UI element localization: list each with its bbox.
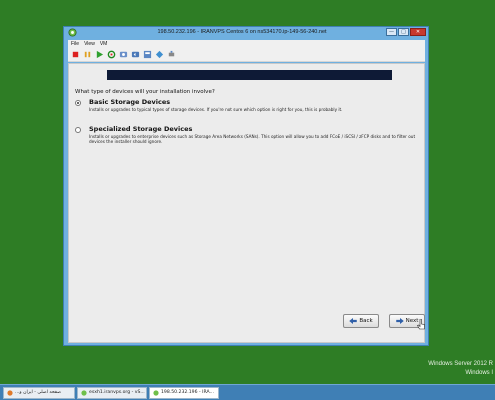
- taskbar-item-vm-console[interactable]: 198.50.232.196 - IRA...: [149, 386, 219, 399]
- back-button[interactable]: Back: [343, 314, 379, 328]
- taskbar-item-label: 198.50.232.196 - IRA...: [161, 390, 214, 395]
- watermark-line1: Windows Server 2012 R: [428, 361, 493, 367]
- taskbar-item-browser-fa[interactable]: ...صفحه اصلی - ایران و: [3, 386, 75, 399]
- basic-storage-radio[interactable]: [75, 100, 81, 106]
- minimize-button[interactable]: —: [386, 28, 397, 36]
- revert-snapshot-icon[interactable]: [131, 50, 140, 59]
- network-icon[interactable]: [155, 50, 164, 59]
- specialized-storage-radio[interactable]: [75, 127, 81, 133]
- devices-icon[interactable]: [167, 50, 176, 59]
- reset-icon[interactable]: [107, 50, 116, 59]
- vm-console-icon: [153, 389, 159, 396]
- window-controls: — □ ✕: [386, 28, 426, 36]
- vm-console-window: 198.50.232.196 - IRANVPS Centos 6 on ns5…: [63, 26, 429, 346]
- window-title: 198.50.232.196 - IRANVPS Centos 6 on ns5…: [157, 29, 327, 35]
- snapshot-icon[interactable]: [119, 50, 128, 59]
- storage-question: What type of devices will your installat…: [75, 89, 215, 95]
- specialized-storage-description: Installs or upgrades to enterprise devic…: [89, 134, 416, 145]
- browser-icon: [7, 389, 13, 396]
- menu-vm[interactable]: VM: [100, 40, 108, 48]
- installer-screen: What type of devices will your installat…: [68, 63, 425, 343]
- specialized-storage-title: Specialized Storage Devices: [89, 125, 193, 133]
- snapshot-manager-icon[interactable]: [143, 50, 152, 59]
- hand-cursor-icon: [417, 319, 425, 330]
- window-titlebar[interactable]: 198.50.232.196 - IRANVPS Centos 6 on ns5…: [64, 27, 428, 39]
- toolbar: [68, 48, 425, 62]
- back-label: Back: [359, 318, 373, 324]
- taskbar: ...صفحه اصلی - ایران و esxh1.iranvps.org…: [0, 384, 495, 400]
- play-icon[interactable]: [95, 50, 104, 59]
- next-arrow-icon: [395, 318, 404, 324]
- stop-icon[interactable]: [71, 50, 80, 59]
- maximize-button[interactable]: □: [398, 28, 409, 36]
- vsphere-client-icon: [81, 389, 87, 396]
- menu-file[interactable]: File: [71, 40, 79, 48]
- menu-view[interactable]: View: [84, 40, 95, 48]
- pause-icon[interactable]: [83, 50, 92, 59]
- watermark-line2: Windows I: [465, 370, 493, 376]
- taskbar-item-vsphere[interactable]: esxh1.iranvps.org - vS...: [77, 386, 147, 399]
- menu-bar: File View VM: [68, 40, 425, 48]
- vsphere-client-icon: [68, 28, 77, 37]
- taskbar-item-label: esxh1.iranvps.org - vS...: [89, 390, 145, 395]
- installer-banner: [107, 70, 392, 80]
- basic-storage-description: Installs or upgrades to typical types of…: [89, 107, 343, 112]
- back-arrow-icon: [349, 318, 358, 324]
- basic-storage-title: Basic Storage Devices: [89, 98, 171, 106]
- close-button[interactable]: ✕: [410, 28, 426, 36]
- taskbar-item-label: ...صفحه اصلی - ایران و: [15, 390, 62, 395]
